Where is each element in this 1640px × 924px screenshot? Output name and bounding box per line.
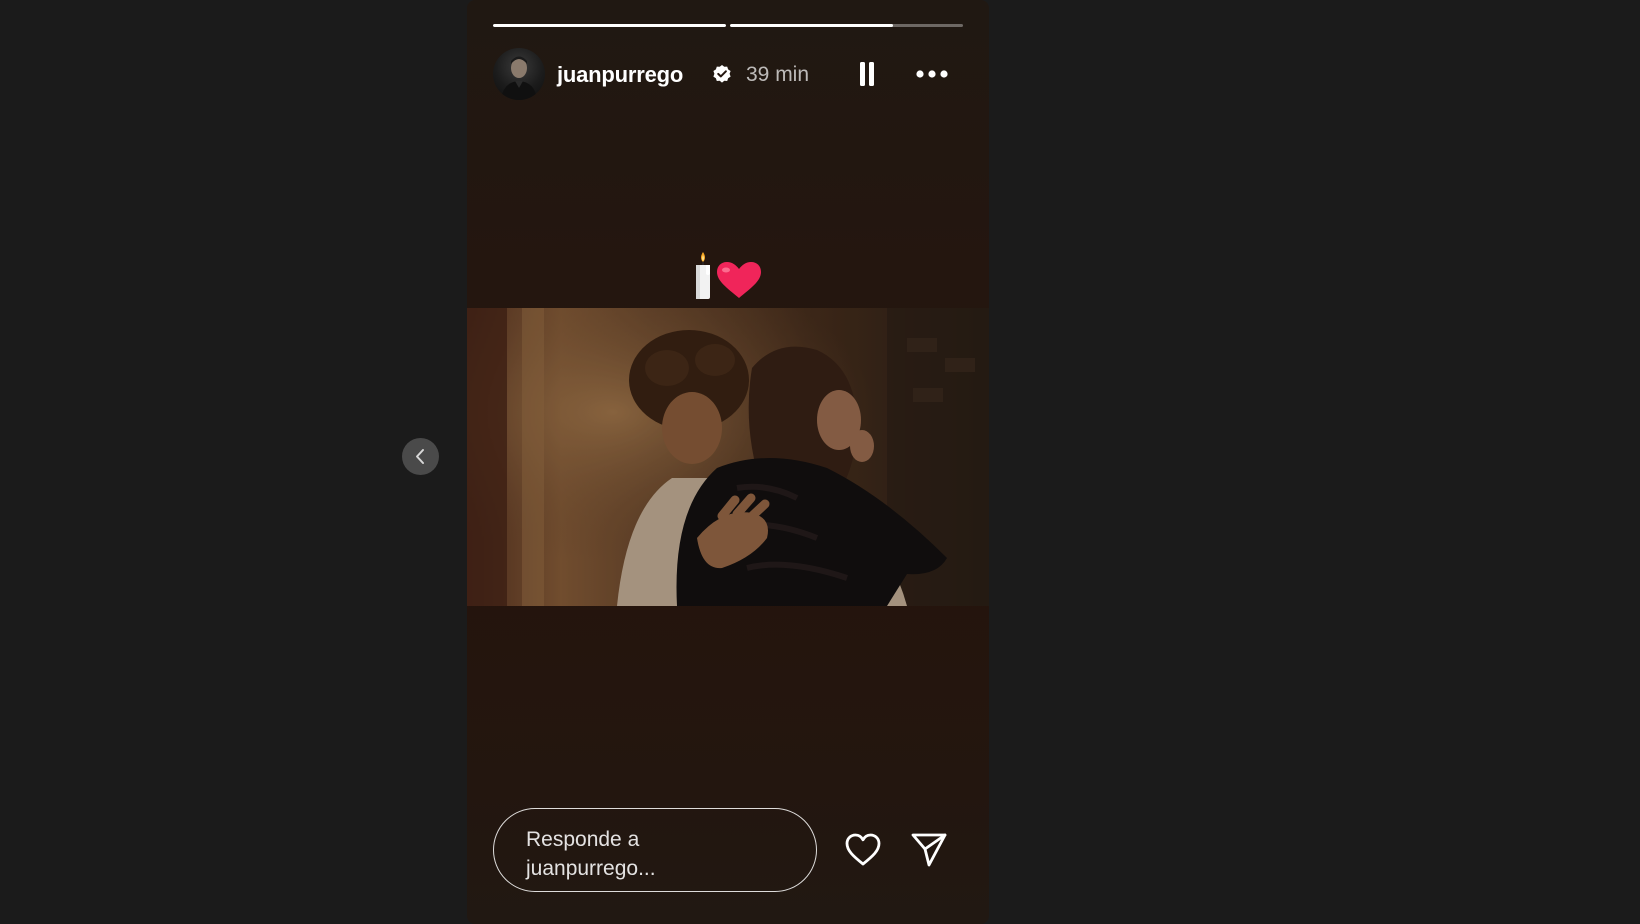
story-progress-bars	[493, 24, 963, 28]
red-heart-icon	[717, 262, 761, 298]
share-button[interactable]	[909, 830, 949, 870]
avatar-portrait-icon	[501, 56, 537, 100]
like-button[interactable]	[843, 830, 883, 870]
reply-placeholder-line-1: Responde a	[526, 828, 640, 851]
story-timestamp: 39 min	[746, 63, 810, 86]
progress-fill-2	[730, 24, 894, 27]
pause-button[interactable]	[853, 59, 881, 89]
heart-icon	[845, 833, 881, 866]
reply-placeholder-line-2: juanpurrego...	[526, 857, 656, 880]
progress-bar-1	[493, 24, 726, 27]
progress-fill-1	[493, 24, 726, 27]
story-photo	[467, 308, 989, 606]
send-icon	[911, 833, 947, 867]
reply-input[interactable]: Responde a juanpurrego...	[493, 808, 817, 892]
progress-bar-2	[730, 24, 963, 27]
author-username[interactable]: juanpurrego	[557, 62, 683, 88]
chevron-left-icon	[416, 449, 424, 464]
previous-story-button[interactable]	[402, 438, 439, 475]
story-viewer-page: juanpurrego 39 min Responde a juanpurreg…	[0, 0, 1640, 924]
embracing-couple-image	[467, 308, 989, 606]
more-options-button[interactable]	[913, 59, 951, 89]
avatar[interactable]	[493, 48, 545, 100]
emoji-sticker	[696, 252, 761, 299]
verified-badge-icon	[713, 65, 731, 83]
pause-icon	[860, 62, 874, 86]
more-icon	[916, 70, 948, 78]
story-card: juanpurrego 39 min Responde a juanpurreg…	[467, 0, 989, 924]
candle-icon	[696, 252, 710, 299]
story-header: juanpurrego 39 min	[493, 48, 963, 100]
